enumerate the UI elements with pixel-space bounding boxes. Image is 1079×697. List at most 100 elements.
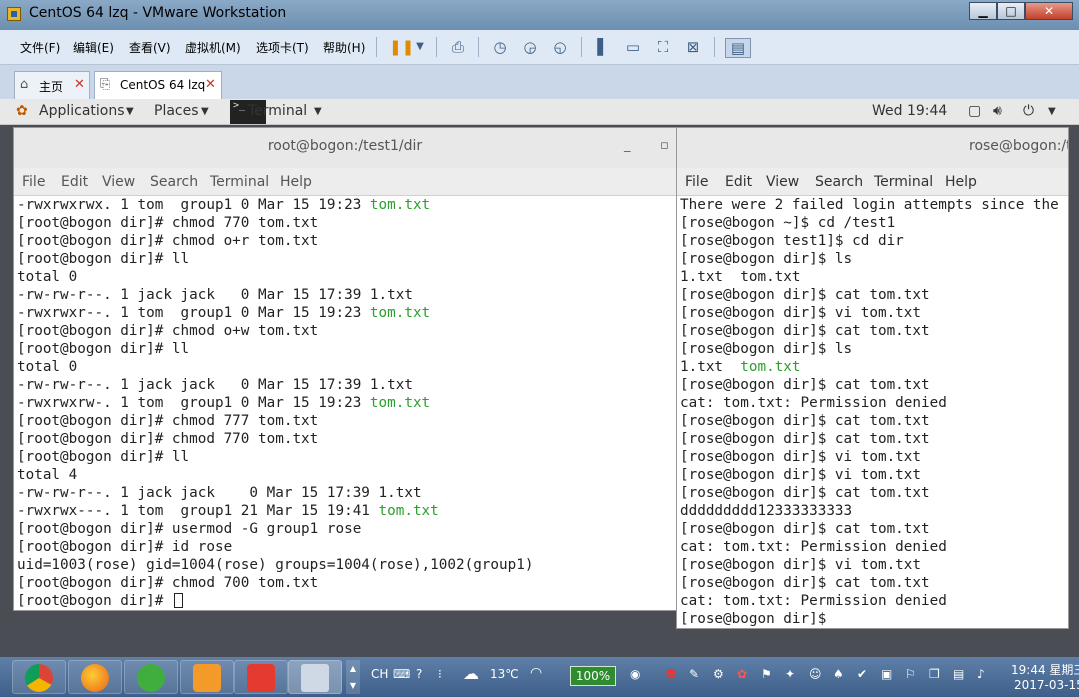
terminal-menu-search[interactable]: Search	[150, 174, 198, 190]
keyboard-icon[interactable]: ⌨	[393, 667, 410, 681]
taskbar-chrome[interactable]	[12, 660, 66, 694]
terminal-menu-terminal[interactable]: Terminal	[874, 174, 933, 190]
terminal-menu-file[interactable]: File	[685, 174, 708, 190]
terminal-line: [root@bogon dir]# usermod -G group1 rose	[17, 520, 361, 538]
toolbar-separator	[714, 37, 715, 57]
tab-home[interactable]: ⌂ 主页 ✕	[14, 71, 90, 99]
xmind-icon	[247, 664, 275, 692]
power-plug-icon[interactable]: ◉	[630, 667, 640, 681]
taskbar-refresh-app[interactable]	[124, 660, 178, 694]
settings-icon[interactable]: ⁝	[438, 667, 442, 681]
terminal-output[interactable]: -rwxrwxrwx. 1 tom group1 0 Mar 15 19:23 …	[14, 196, 676, 610]
tray-app-icon[interactable]: ⚐	[905, 667, 916, 681]
weather-temp[interactable]: 13℃	[490, 667, 519, 681]
menu-tabs[interactable]: 选项卡(T)	[256, 39, 309, 56]
terminal-menu-terminal[interactable]: Terminal	[210, 174, 269, 190]
taskbar-xmind[interactable]	[234, 660, 288, 694]
stop-icon[interactable]: ⛔︎	[666, 667, 676, 682]
terminal-menu-view[interactable]: View	[766, 174, 799, 190]
unity-icon[interactable]: ⊠	[683, 38, 703, 56]
terminal-menu-view[interactable]: View	[102, 174, 135, 190]
ime-indicator[interactable]: CH	[371, 667, 388, 681]
fullscreen-icon[interactable]: ⛶	[653, 38, 673, 56]
terminal-line: [rose@bogon dir]$ cat tom.txt	[680, 484, 930, 502]
terminal-line-text: [root@bogon dir]# chmod 770 tom.txt	[17, 431, 319, 447]
menu-view[interactable]: 查看(V)	[129, 39, 171, 56]
tray-app-icon[interactable]: ▤	[953, 667, 964, 681]
taskbar-scroll[interactable]: ▲ ▼	[346, 660, 360, 694]
revert-snapshot-icon[interactable]: ◶	[520, 38, 540, 56]
close-icon[interactable]: ✕	[205, 77, 216, 92]
terminal-line-text: [rose@bogon dir]$	[680, 611, 827, 627]
taskbar-clock-date[interactable]: 2017-03-15	[1014, 678, 1079, 692]
terminal-line-text: 1.txt tom.txt	[680, 269, 801, 285]
close-icon[interactable]: ✕	[74, 77, 85, 92]
taskbar-toolbox[interactable]	[180, 660, 234, 694]
tray-app-icon[interactable]: ✦	[785, 667, 795, 681]
tray-app-icon[interactable]: ♠	[833, 667, 844, 681]
thumbnail-view-icon[interactable]: ▤	[725, 38, 751, 58]
screen-icon[interactable]: ▢	[968, 103, 981, 119]
send-ctrl-alt-del-icon[interactable]: ⎙	[448, 38, 468, 56]
snapshot-manager-icon[interactable]: ◵	[550, 38, 570, 56]
menu-vm[interactable]: 虚拟机(M)	[185, 39, 241, 56]
snapshot-icon[interactable]: ◷	[490, 38, 510, 56]
terminal-line-text: -rw-rw-r--. 1 jack jack 0 Mar 15 17:39 1…	[17, 377, 413, 393]
chevron-down-icon[interactable]: ▼	[410, 38, 430, 56]
terminal-line: cat: tom.txt: Permission denied	[680, 592, 947, 610]
terminal-menu-edit[interactable]: Edit	[61, 174, 88, 190]
console-view-icon[interactable]: ▭	[623, 38, 643, 56]
terminal-line: [root@bogon dir]# id rose	[17, 538, 232, 556]
pause-icon[interactable]: ❚❚	[389, 38, 414, 56]
chevron-down-icon[interactable]: ▼	[1048, 106, 1056, 117]
terminal-menu-edit[interactable]: Edit	[725, 174, 752, 190]
cloud-icon: ☁	[463, 664, 479, 683]
tray-app-icon[interactable]: ✎	[689, 667, 699, 681]
terminal-menu-search[interactable]: Search	[815, 174, 863, 190]
terminal-menu-help[interactable]: Help	[280, 174, 312, 190]
menu-edit[interactable]: 编辑(E)	[73, 39, 114, 56]
terminal-line-text: [rose@bogon ~]$ cd /test1	[680, 215, 896, 231]
taskbar-vmware[interactable]	[288, 660, 342, 694]
library-icon[interactable]: ▌	[593, 38, 613, 56]
tray-app-icon[interactable]: ⚙	[713, 667, 724, 681]
power-icon[interactable]: ⏻	[1023, 103, 1034, 119]
taskbar-clock-time[interactable]: 19:44 星期三	[1011, 661, 1079, 678]
terminal-line: [rose@bogon dir]$ vi tom.txt	[680, 304, 921, 322]
tray-app-icon[interactable]: ▣	[881, 667, 892, 681]
battery-indicator[interactable]: 100%	[570, 666, 616, 686]
terminal-line-text: [root@bogon dir]# chmod o+r tom.txt	[17, 233, 319, 249]
terminal-line-text: [root@bogon dir]# ll	[17, 449, 190, 465]
taskbar-firefox[interactable]	[68, 660, 122, 694]
applications-menu[interactable]: Applications	[39, 103, 125, 119]
terminal-menu[interactable]: Terminal	[248, 103, 307, 119]
chevron-down-icon: ▼	[201, 106, 209, 117]
terminal-line: [rose@bogon dir]$	[680, 610, 826, 628]
tray-app-icon[interactable]: ✔	[857, 667, 867, 681]
terminal-line: [root@bogon dir]# ll	[17, 250, 189, 268]
minimize-button[interactable]: ▁	[969, 2, 997, 20]
terminal-maximize-button[interactable]: ▫	[660, 138, 669, 153]
wifi-icon[interactable]: ◠	[530, 665, 542, 681]
tab-centos[interactable]: ⎘ CentOS 64 lzq ✕	[94, 71, 222, 99]
menu-help[interactable]: 帮助(H)	[323, 39, 365, 56]
speaker-muted-icon[interactable]: ♪	[977, 667, 985, 681]
close-button[interactable]: ✕	[1025, 2, 1073, 20]
terminal-line-text: [rose@bogon dir]$ vi tom.txt	[680, 557, 922, 573]
volume-icon[interactable]: 🔊︎	[993, 103, 1002, 119]
terminal-line: [root@bogon dir]# chmod 777 tom.txt	[17, 412, 318, 430]
terminal-line-text: [rose@bogon dir]$ vi tom.txt	[680, 449, 922, 465]
tray-app-icon[interactable]: ❐	[929, 667, 940, 681]
help-icon[interactable]: ?	[416, 667, 422, 681]
places-menu[interactable]: Places	[154, 103, 199, 119]
tray-app-icon[interactable]: ⚑	[761, 667, 772, 681]
terminal-menu-file[interactable]: File	[22, 174, 45, 190]
maximize-button[interactable]: □	[997, 2, 1025, 20]
terminal-menu-help[interactable]: Help	[945, 174, 977, 190]
terminal-minimize-button[interactable]: _	[624, 138, 631, 153]
terminal-output[interactable]: There were 2 failed login attempts since…	[677, 196, 1068, 628]
qq-icon[interactable]: ☺	[809, 667, 822, 681]
menu-file[interactable]: 文件(F)	[20, 39, 60, 56]
gnome-clock[interactable]: Wed 19:44	[872, 103, 947, 119]
tray-app-icon[interactable]: ✿	[737, 667, 747, 681]
